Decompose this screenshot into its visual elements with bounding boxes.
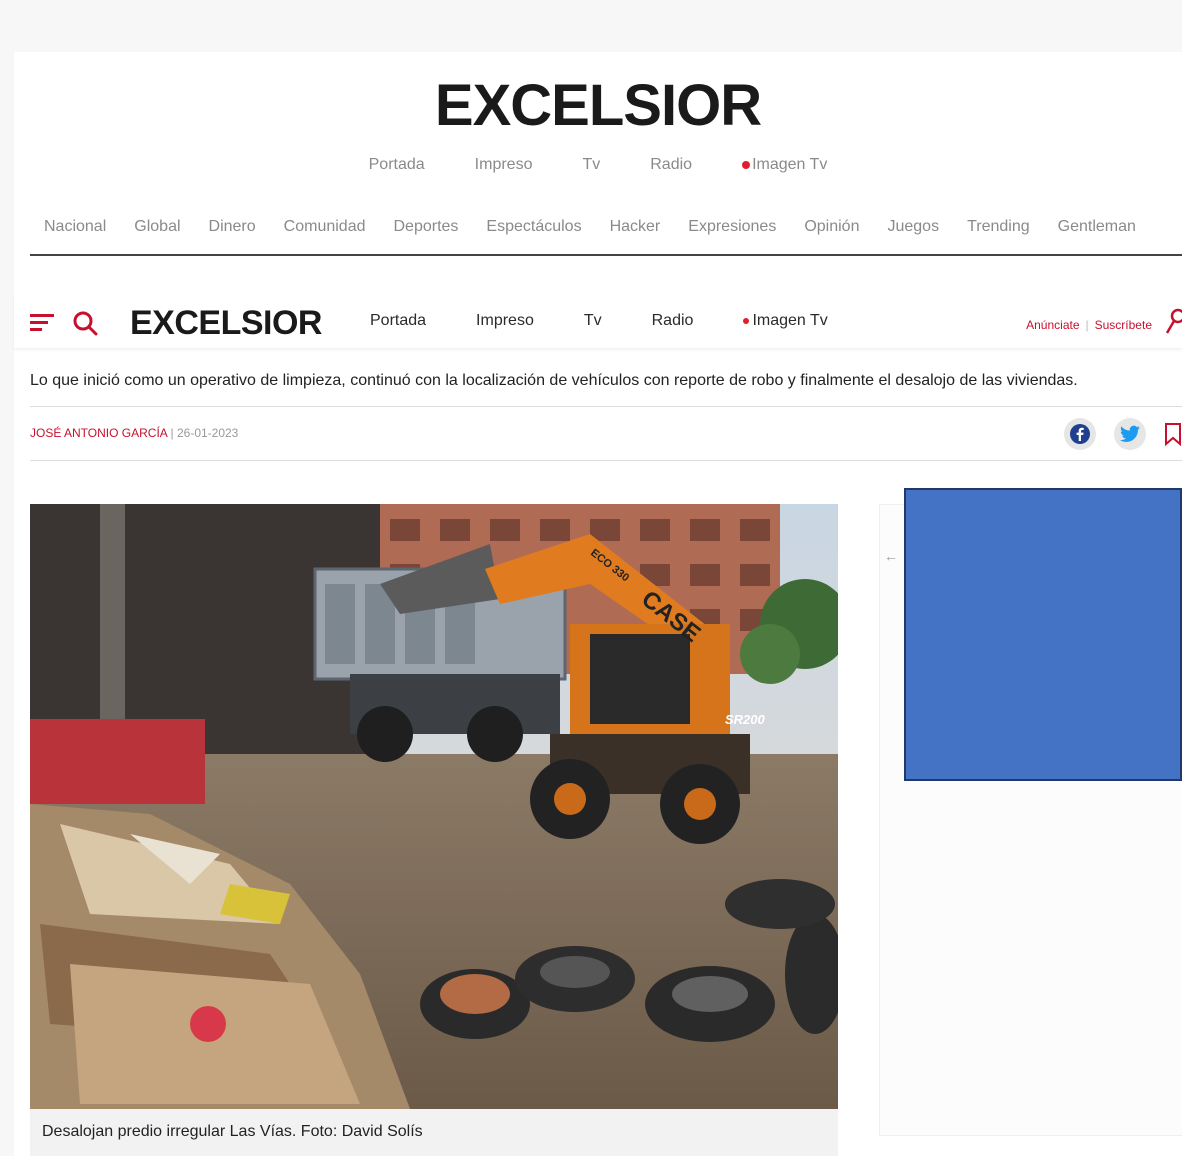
byline-divider [30,460,1182,461]
top-nav-radio[interactable]: Radio [625,156,717,174]
photo-caption: Desalojan predio irregular Las Vías. Fot… [30,1109,838,1156]
section-gentleman[interactable]: Gentleman [1044,218,1150,236]
section-nav: Nacional Global Dinero Comunidad Deporte… [30,218,1182,236]
red-vehicle [30,719,205,804]
sticky-logo[interactable]: EXCELSIOR [130,304,322,343]
sticky-nav-imagen-tv[interactable]: Imagen Tv [743,312,828,330]
sticky-nav-impreso[interactable]: Impreso [476,312,534,330]
page: EXCELSIOR Portada Impreso Tv Radio Image… [14,52,1182,1156]
section-trending[interactable]: Trending [953,218,1044,236]
user-icon[interactable] [1166,308,1182,334]
top-nav-imagen-tv-label: Imagen Tv [752,156,828,173]
sticky-header: EXCELSIOR Portada Impreso Tv Radio Image… [14,294,1182,348]
byline-separator: | [170,426,174,440]
section-nacional[interactable]: Nacional [30,218,120,236]
author-link[interactable]: JOSÉ ANTONIO GARCÍA [30,426,167,440]
top-nav-imagen-tv[interactable]: Imagen Tv [717,156,852,174]
top-nav: Portada Impreso Tv Radio Imagen Tv [14,156,1182,174]
section-deportes[interactable]: Deportes [379,218,472,236]
cta-separator: | [1085,318,1089,332]
section-juegos[interactable]: Juegos [873,218,953,236]
top-nav-portada[interactable]: Portada [344,156,450,174]
section-comunidad[interactable]: Comunidad [270,218,380,236]
sticky-nav-portada[interactable]: Portada [370,312,426,330]
twitter-icon [1120,425,1140,442]
suscribete-link[interactable]: Suscríbete [1095,318,1152,332]
menu-icon[interactable] [30,312,54,332]
top-nav-impreso[interactable]: Impreso [450,156,558,174]
article-photo[interactable]: CASE ECO 330 SR200 [30,504,838,1109]
section-hacker[interactable]: Hacker [596,218,675,236]
section-dinero[interactable]: Dinero [195,218,270,236]
section-espectaculos[interactable]: Espectáculos [472,218,595,236]
sticky-cta: Anúnciate | Suscríbete [1026,318,1152,332]
section-global[interactable]: Global [120,218,194,236]
share-bar [1064,418,1182,450]
sticky-nav-tv[interactable]: Tv [584,312,602,330]
masthead-logo[interactable]: EXCELSIOR [14,72,1182,139]
facebook-icon [1070,424,1090,444]
facebook-share-button[interactable] [1064,418,1096,450]
arrow-left-icon[interactable]: ← [884,548,898,564]
machine-model-text: SR200 [725,712,766,727]
live-dot-icon [742,161,751,169]
sticky-nav-radio[interactable]: Radio [652,312,694,330]
sticky-nav: Portada Impreso Tv Radio Imagen Tv [344,312,828,330]
live-dot-icon [743,318,750,324]
sticky-nav-imagen-tv-label: Imagen Tv [752,312,828,329]
anunciate-link[interactable]: Anúnciate [1026,318,1079,332]
section-nav-divider [30,254,1182,256]
search-icon[interactable] [72,310,98,336]
article-summary: Lo que inició como un operativo de limpi… [30,372,1078,389]
bookmark-icon[interactable] [1164,422,1182,446]
section-expresiones[interactable]: Expresiones [674,218,790,236]
twitter-share-button[interactable] [1114,418,1146,450]
section-opinion[interactable]: Opinión [790,218,873,236]
top-nav-tv[interactable]: Tv [557,156,625,174]
publish-date: 26-01-2023 [176,426,239,440]
summary-divider [30,406,1182,407]
byline: JOSÉ ANTONIO GARCÍA | 26-01-2023 [30,426,238,440]
ad-placeholder[interactable] [904,488,1182,781]
